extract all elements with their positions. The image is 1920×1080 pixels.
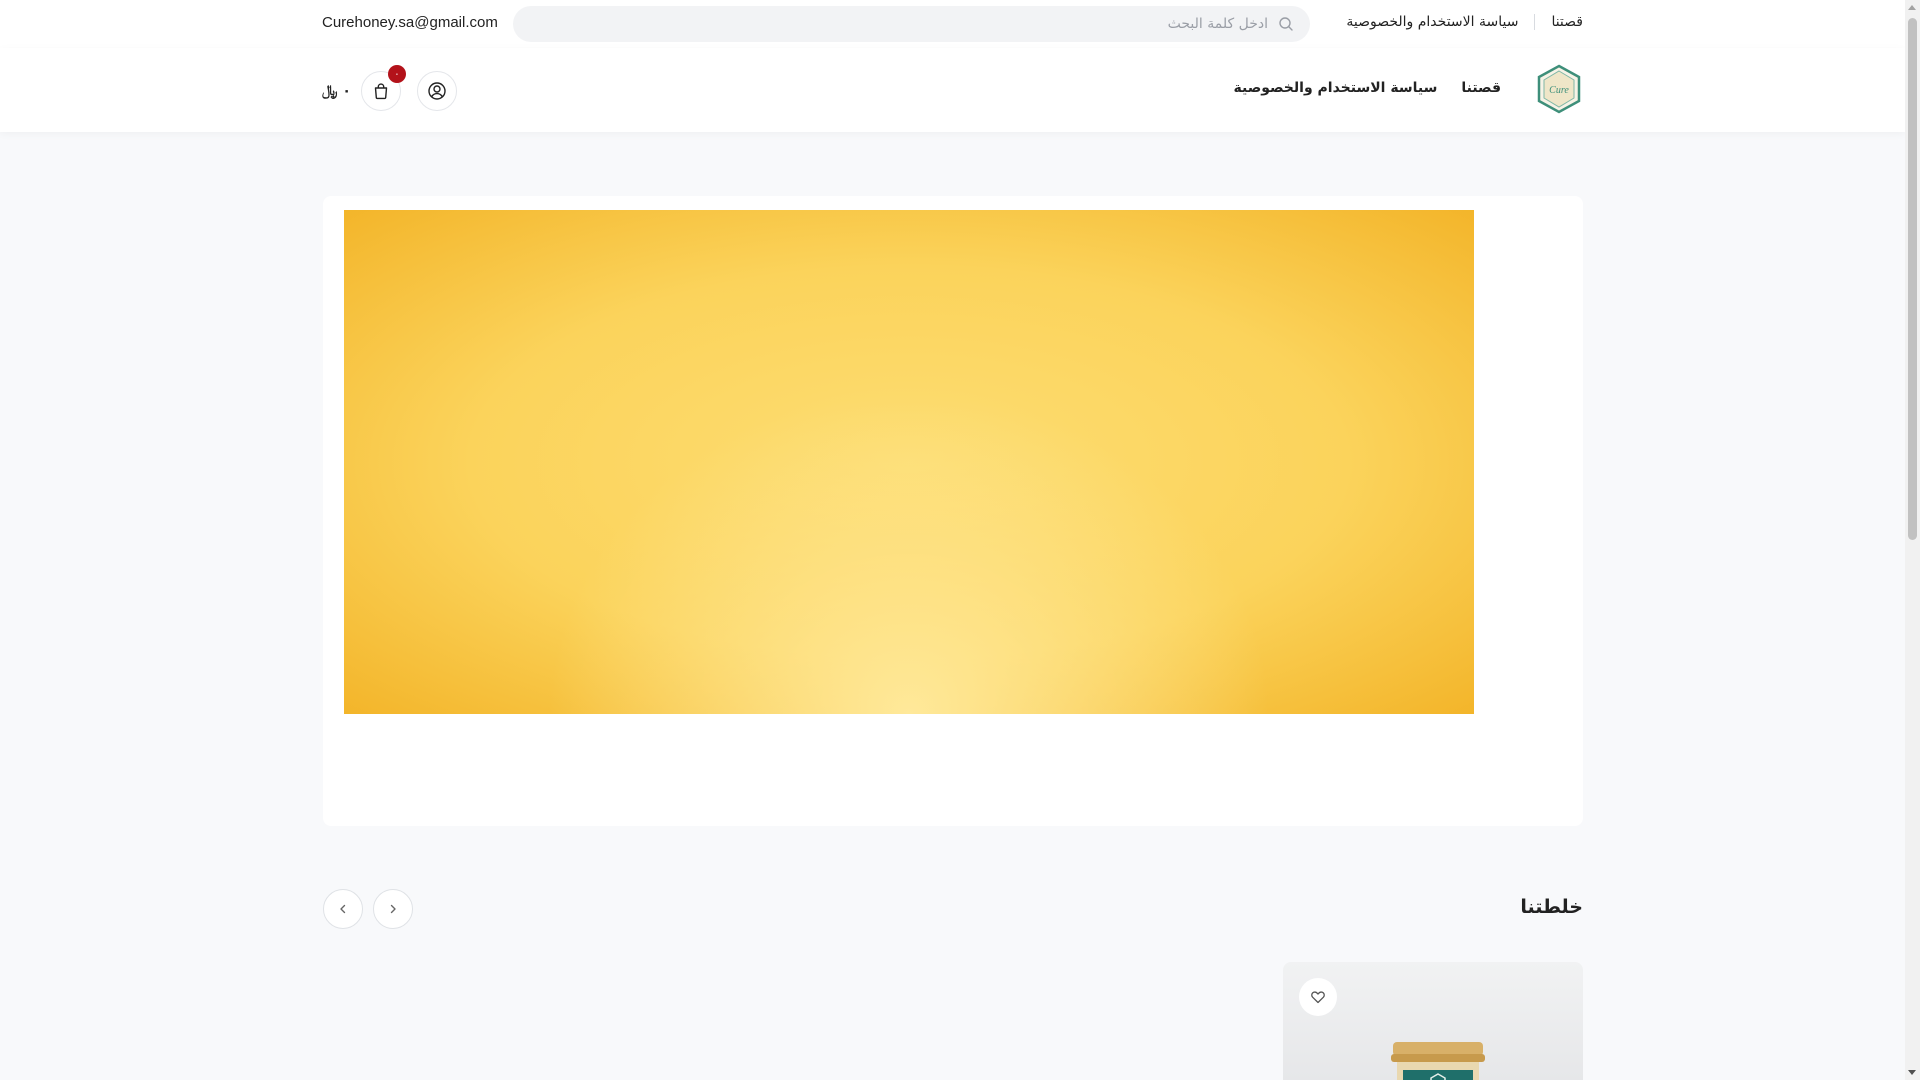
cart-button[interactable]: ٠: [360, 65, 406, 111]
main-nav: قصتنا سياسة الاستخدام والخصوصية: [1210, 80, 1502, 96]
cart-count-badge: ٠: [387, 65, 406, 83]
page-scrollbar[interactable]: [1905, 0, 1920, 1080]
top-links-divider: [1534, 14, 1536, 30]
chevron-right-icon: [390, 904, 396, 914]
header-actions: ٠ ﷼ ٠: [322, 65, 473, 112]
chevron-left-icon: [340, 904, 346, 914]
scroll-down-arrow[interactable]: [1908, 1070, 1916, 1075]
search-icon[interactable]: [1278, 16, 1294, 32]
section-title: خلطتنا: [1520, 896, 1583, 918]
brand-logo-text: Cure: [1549, 85, 1569, 96]
wishlist-button[interactable]: [1299, 978, 1337, 1016]
hero-banner-image[interactable]: [344, 210, 1474, 714]
scrollbar-thumb[interactable]: [1908, 18, 1917, 540]
slider-prev-button[interactable]: [323, 889, 363, 929]
page: Curehoney.sa@gmail.com قصتنا سياسة الاست…: [0, 0, 1905, 1080]
search-box[interactable]: [513, 6, 1310, 42]
scroll-up-arrow[interactable]: [1908, 5, 1916, 10]
slider-next-button[interactable]: [373, 889, 413, 929]
hero-banner-card: [323, 196, 1583, 826]
shopping-bag-icon: [374, 83, 388, 100]
top-link-privacy-policy[interactable]: سياسة الاستخدام والخصوصية: [1330, 14, 1534, 30]
cart-total: ٠ ﷼: [322, 83, 351, 99]
account-button[interactable]: [416, 71, 457, 111]
user-circle-icon: [428, 82, 446, 100]
product-image[interactable]: [1383, 1040, 1493, 1080]
product-card[interactable]: [1283, 962, 1583, 1080]
top-links: قصتنا سياسة الاستخدام والخصوصية: [1330, 14, 1583, 30]
nav-our-story[interactable]: قصتنا: [1461, 80, 1501, 96]
heart-icon: [1311, 991, 1325, 1004]
nav-privacy-policy[interactable]: سياسة الاستخدام والخصوصية: [1234, 80, 1438, 96]
top-link-our-story[interactable]: قصتنا: [1535, 14, 1583, 30]
main-header: Cure قصتنا سياسة الاستخدام والخصوصية ٠ ﷼…: [0, 48, 1905, 132]
contact-email[interactable]: Curehoney.sa@gmail.com: [322, 14, 498, 31]
search-input[interactable]: [513, 15, 1270, 33]
top-bar: Curehoney.sa@gmail.com قصتنا سياسة الاست…: [0, 0, 1905, 49]
slider-arrows: [323, 889, 423, 929]
brand-logo[interactable]: Cure: [1537, 64, 1581, 114]
